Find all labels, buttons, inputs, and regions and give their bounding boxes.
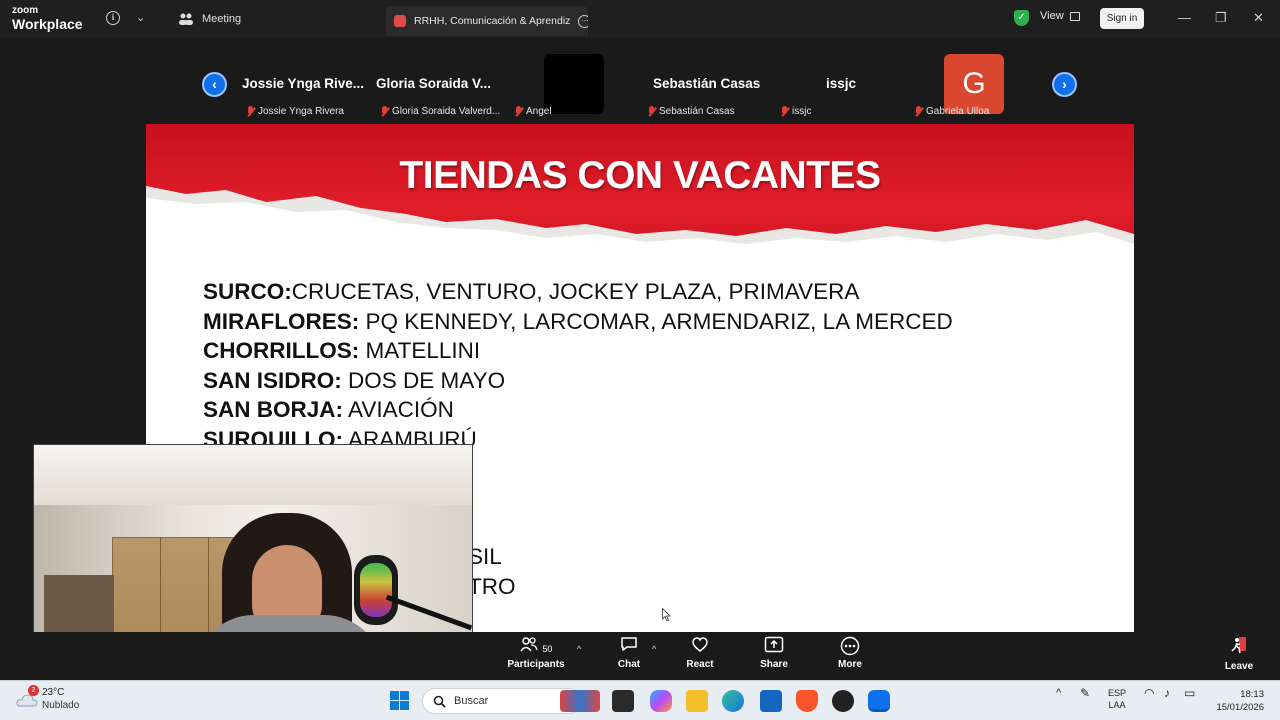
- info-icon[interactable]: i: [106, 11, 120, 25]
- tab-rrhh-label: RRHH, Comunicación & Aprendiz: [414, 15, 571, 27]
- mic-muted-icon: [246, 106, 255, 117]
- wifi-icon[interactable]: ◠: [1144, 687, 1154, 699]
- vacancy-line: CHORRILLOS: MATELLINI: [203, 338, 481, 363]
- encryption-shield-icon[interactable]: ✓: [1014, 10, 1029, 26]
- more-options-icon[interactable]: ···: [578, 14, 588, 28]
- participant-tile[interactable]: Jossie Ynga Rive...: [242, 76, 364, 91]
- participant-nameplate: Gabriela Ulloa: [914, 106, 989, 117]
- meeting-toolbar: 50 Participants ^ Chat ^ React Share Mor…: [0, 632, 1280, 680]
- participant-tile[interactable]: Gloria Soraida V...: [376, 76, 491, 91]
- participant-avatar-tile[interactable]: G: [944, 54, 1004, 114]
- participant-strip: ‹ Jossie Ynga Rive... Jossie Ynga Rivera…: [0, 38, 1280, 124]
- partial-text: SIL: [468, 544, 502, 569]
- leave-button[interactable]: Leave: [1222, 636, 1256, 672]
- meeting-people-icon: [179, 13, 193, 25]
- participants-button[interactable]: 50 Participants: [504, 636, 568, 670]
- zoom-workplace-logo: zoom Workplace: [12, 5, 83, 32]
- heart-icon: [692, 637, 708, 652]
- system-clock[interactable]: 18:13 15/01/2026: [1206, 688, 1264, 714]
- edge-browser-icon[interactable]: [722, 690, 744, 712]
- participant-nameplate: issjc: [780, 106, 811, 117]
- copilot-icon[interactable]: [650, 690, 672, 712]
- windows-taskbar: 23°C Nublado Buscar ^ ✎ ESP LAA ◠ ♪ ▭ 18…: [0, 680, 1280, 720]
- tab-rrhh-chat[interactable]: RRHH, Comunicación & Aprendiz ···: [386, 6, 588, 36]
- close-icon[interactable]: ✕: [1253, 10, 1264, 26]
- search-placeholder: Buscar: [454, 695, 489, 707]
- share-screen-icon: [764, 636, 784, 653]
- participant-video-tile[interactable]: [544, 54, 604, 114]
- volume-icon[interactable]: ♪: [1164, 687, 1170, 699]
- show-hidden-icons[interactable]: ^: [1056, 687, 1061, 699]
- vacancy-line: MIRAFLORES: PQ KENNEDY, LARCOMAR, ARMEND…: [203, 308, 953, 334]
- view-label: View: [1040, 10, 1064, 22]
- caret-up-icon[interactable]: ^: [577, 644, 581, 654]
- obs-icon[interactable]: [832, 690, 854, 712]
- chat-icon: [621, 637, 637, 651]
- participant-nameplate: Gloria Soraida Valverd...: [380, 106, 500, 117]
- mic-muted-icon: [647, 106, 656, 117]
- participant-tile[interactable]: issjc: [826, 76, 856, 91]
- vacancy-line: SURCO:CRUCETAS, VENTURO, JOCKEY PLAZA, P…: [203, 279, 860, 304]
- participant-tile[interactable]: Sebastián Casas: [653, 76, 760, 91]
- leave-icon: [1231, 637, 1246, 654]
- tab-meeting[interactable]: Meeting: [168, 0, 251, 38]
- search-icon: [433, 695, 446, 708]
- windows-start-icon[interactable]: [390, 691, 409, 710]
- battery-icon[interactable]: ▭: [1184, 687, 1195, 699]
- vacancy-line: SAN ISIDRO: DOS DE MAYO: [203, 367, 506, 393]
- search-highlight-icon[interactable]: [560, 690, 600, 712]
- participant-nameplate: Jossie Ynga Rivera: [246, 106, 344, 117]
- mic-muted-icon: [380, 106, 389, 117]
- mic-muted-icon: [514, 106, 523, 117]
- window-titlebar: zoom Workplace i ⌄ Meeting RRHH, Comunic…: [0, 0, 1280, 38]
- share-button[interactable]: Share: [742, 636, 806, 670]
- chevron-down-icon[interactable]: ⌄: [136, 11, 145, 24]
- brave-browser-icon[interactable]: [796, 690, 818, 712]
- next-page-button[interactable]: ›: [1052, 72, 1077, 97]
- mouse-cursor-icon: [662, 608, 671, 622]
- notification-badge: 2: [28, 685, 39, 696]
- view-button[interactable]: View: [1040, 10, 1080, 22]
- zoom-app-icon[interactable]: [868, 690, 890, 712]
- microsoft-store-icon[interactable]: [760, 690, 782, 712]
- react-button[interactable]: React: [668, 636, 732, 670]
- task-view-icon[interactable]: [612, 690, 634, 712]
- mic-muted-icon: [780, 106, 789, 117]
- participants-count: 50: [542, 644, 553, 654]
- caret-up-icon[interactable]: ^: [652, 644, 656, 654]
- channel-icon: [394, 15, 406, 27]
- participant-nameplate: Sebastián Casas: [647, 106, 735, 117]
- participants-icon: [520, 637, 538, 652]
- minimize-icon[interactable]: —: [1178, 10, 1191, 25]
- pen-icon[interactable]: ✎: [1080, 687, 1090, 699]
- language-indicator[interactable]: ESP LAA: [1108, 687, 1126, 711]
- tab-meeting-label: Meeting: [202, 13, 242, 25]
- torn-paper-edge: [146, 186, 1134, 274]
- more-button[interactable]: More: [818, 636, 882, 670]
- slide-title: TIENDAS CON VACANTES: [399, 154, 881, 197]
- vacancy-list: SURCO:CRUCETAS, VENTURO, JOCKEY PLAZA, P…: [203, 277, 953, 454]
- taskbar-search[interactable]: Buscar: [422, 688, 582, 714]
- sign-in-button[interactable]: Sign in: [1100, 8, 1144, 29]
- file-explorer-icon[interactable]: [686, 690, 708, 712]
- partial-text: TRO: [468, 574, 516, 599]
- participant-nameplate: Angel: [514, 106, 552, 117]
- more-icon: [840, 636, 860, 656]
- prev-page-button[interactable]: ‹: [202, 72, 227, 97]
- grid-view-icon: [1069, 11, 1080, 21]
- restore-icon[interactable]: ❐: [1215, 10, 1227, 26]
- vacancy-line: SAN BORJA: AVIACIÓN: [203, 397, 454, 422]
- mic-muted-icon: [914, 106, 923, 117]
